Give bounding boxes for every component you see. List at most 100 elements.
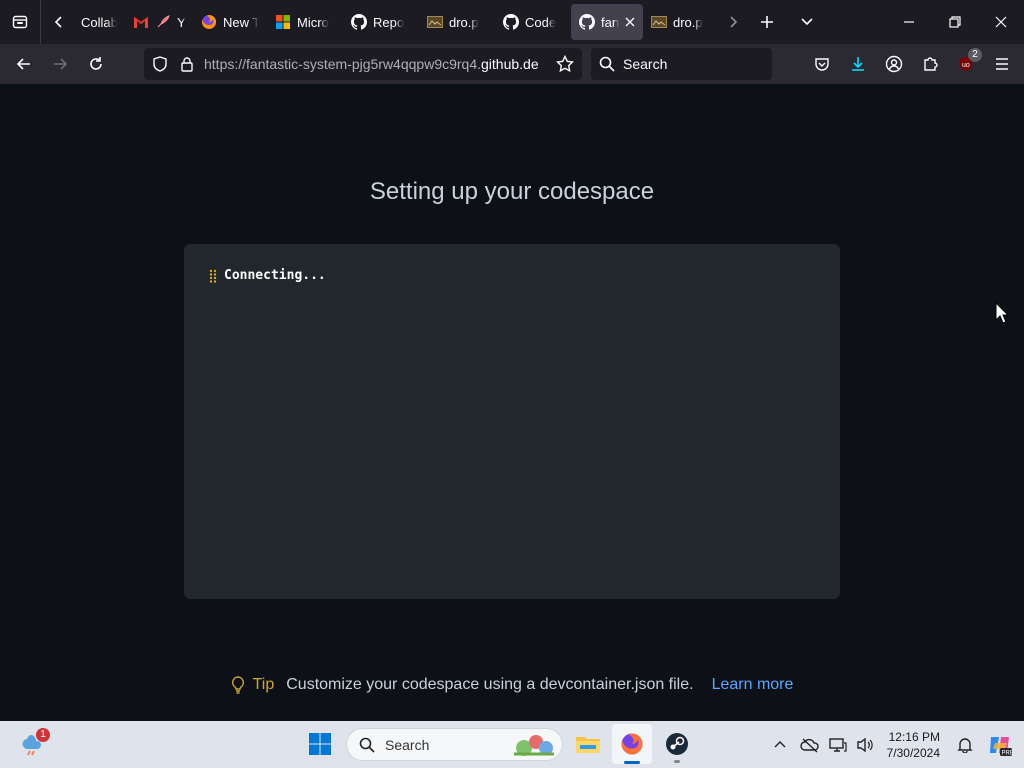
address-bar[interactable]: https://fantastic-system-pjg5rw4qqpw9c9r… bbox=[144, 48, 582, 80]
tab-label: Repo bbox=[373, 14, 405, 30]
svg-text:uo: uo bbox=[962, 62, 970, 69]
windows-taskbar: 1 Search 12:16 PM 7/30/2024 PRE bbox=[0, 721, 1024, 768]
pocket-button[interactable] bbox=[806, 48, 838, 80]
notifications-button[interactable] bbox=[950, 729, 980, 761]
tip-bar: Tip Customize your codespace using a dev… bbox=[0, 676, 1024, 694]
weather-widget[interactable]: 1 bbox=[14, 724, 54, 764]
firefox-taskbar-button[interactable] bbox=[612, 724, 652, 764]
search-placeholder: Search bbox=[623, 56, 668, 72]
svg-text:PRE: PRE bbox=[1002, 750, 1014, 756]
reload-button[interactable] bbox=[78, 48, 114, 80]
rocket-icon bbox=[155, 14, 171, 30]
tab-label: dro.p bbox=[673, 14, 703, 30]
back-button[interactable] bbox=[6, 48, 42, 80]
url-domain: github.de bbox=[481, 56, 539, 72]
bell-icon bbox=[957, 737, 973, 753]
extensions-button[interactable] bbox=[914, 48, 946, 80]
tab-collab[interactable]: Collab bbox=[77, 4, 125, 40]
close-tab-icon[interactable] bbox=[625, 17, 635, 27]
cloud-offline-icon bbox=[799, 737, 819, 753]
list-all-tabs-button[interactable] bbox=[787, 0, 827, 44]
windows-logo-icon bbox=[309, 733, 331, 755]
onedrive-button[interactable] bbox=[795, 729, 825, 761]
account-button[interactable] bbox=[878, 48, 910, 80]
arrow-left-icon bbox=[16, 58, 30, 70]
network-button[interactable] bbox=[825, 729, 851, 761]
extension-badge: 2 bbox=[968, 48, 982, 62]
file-explorer-button[interactable] bbox=[568, 724, 608, 764]
show-hidden-icons-button[interactable] bbox=[765, 729, 795, 761]
system-tray: 12:16 PM 7/30/2024 PRE bbox=[765, 721, 1024, 768]
learn-more-link[interactable]: Learn more bbox=[712, 676, 794, 694]
copilot-icon: PRE bbox=[990, 736, 1014, 756]
tip-text: Customize your codespace using a devcont… bbox=[286, 676, 694, 693]
hamburger-menu-icon bbox=[996, 58, 1008, 70]
tab-code[interactable]: Code bbox=[495, 4, 571, 40]
tab-gmail[interactable]: Yo bbox=[125, 4, 193, 40]
new-tab-button[interactable] bbox=[747, 0, 787, 44]
firefox-icon bbox=[621, 733, 643, 755]
minimize-icon bbox=[904, 21, 914, 23]
url-prefix: https://fantastic-system-pjg5rw4qqpw9c9r… bbox=[204, 56, 482, 72]
tab-label: Code bbox=[525, 14, 557, 30]
status-line: Connecting... bbox=[208, 268, 326, 283]
tab-new-tab[interactable]: New T bbox=[193, 4, 267, 40]
chevron-up-icon bbox=[774, 740, 786, 747]
network-icon bbox=[828, 737, 847, 752]
tab-fantastic-active[interactable]: fan bbox=[571, 4, 643, 40]
start-button[interactable] bbox=[300, 724, 340, 764]
tab-strip: Collab Yo New T Micro Repo dro.p Code fa… bbox=[0, 0, 1024, 44]
taskbar-search-placeholder: Search bbox=[385, 736, 430, 753]
downloads-button[interactable] bbox=[842, 48, 874, 80]
steam-icon bbox=[666, 733, 688, 755]
tab-dro-1[interactable]: dro.p bbox=[419, 4, 495, 40]
url-text: https://fantastic-system-pjg5rw4qqpw9c9r… bbox=[204, 56, 544, 72]
forward-button[interactable] bbox=[42, 48, 78, 80]
scroll-tabs-right-button[interactable] bbox=[719, 0, 747, 44]
close-window-button[interactable] bbox=[978, 0, 1024, 44]
light-bulb-icon bbox=[231, 676, 244, 694]
bookmark-star-icon[interactable] bbox=[556, 55, 574, 73]
chevron-left-icon bbox=[54, 16, 62, 28]
clock-time: 12:16 PM bbox=[888, 729, 940, 744]
close-icon bbox=[995, 16, 1007, 28]
toolbar-actions: uo 2 bbox=[806, 48, 1018, 80]
navigation-toolbar: https://fantastic-system-pjg5rw4qqpw9c9r… bbox=[0, 44, 1024, 84]
chevron-down-icon bbox=[801, 18, 813, 26]
scroll-tabs-left-button[interactable] bbox=[41, 0, 77, 44]
folder-icon bbox=[576, 737, 600, 753]
ublock-origin-button[interactable]: uo 2 bbox=[950, 48, 982, 80]
plus-icon bbox=[761, 16, 773, 28]
firefox-view-button[interactable] bbox=[0, 0, 40, 44]
lock-icon bbox=[181, 57, 193, 72]
tab-label: dro.p bbox=[449, 14, 479, 30]
firefox-view-icon bbox=[12, 15, 28, 29]
github-icon bbox=[351, 14, 367, 30]
chevron-right-icon bbox=[730, 16, 738, 28]
tab-label: Micro bbox=[297, 14, 329, 30]
tab-microsoft[interactable]: Micro bbox=[267, 4, 343, 40]
minimize-window-button[interactable] bbox=[886, 0, 932, 44]
puzzle-icon bbox=[924, 57, 938, 71]
steam-taskbar-button[interactable] bbox=[657, 724, 697, 764]
file-icon bbox=[651, 14, 667, 30]
restore-window-button[interactable] bbox=[932, 0, 978, 44]
codespace-page: Setting up your codespace Connecting... … bbox=[0, 84, 1024, 721]
volume-button[interactable] bbox=[851, 729, 879, 761]
tip-label: Tip bbox=[252, 676, 275, 693]
arrow-right-icon bbox=[54, 58, 68, 70]
taskbar-search[interactable]: Search bbox=[346, 728, 563, 761]
clock[interactable]: 12:16 PM 7/30/2024 bbox=[887, 729, 940, 761]
search-bar[interactable]: Search bbox=[591, 48, 772, 80]
running-app-indicator bbox=[674, 760, 680, 763]
page-title: Setting up your codespace bbox=[369, 178, 655, 205]
pocket-icon bbox=[815, 58, 829, 71]
connecting-status-text: Connecting... bbox=[224, 268, 326, 283]
copilot-button[interactable]: PRE bbox=[980, 729, 1020, 761]
tab-repository[interactable]: Repo bbox=[343, 4, 419, 40]
search-icon bbox=[599, 56, 615, 72]
tab-dro-2[interactable]: dro.p bbox=[643, 4, 719, 40]
notification-badge: 1 bbox=[36, 728, 50, 742]
app-menu-button[interactable] bbox=[986, 48, 1018, 80]
shield-icon bbox=[153, 56, 167, 72]
